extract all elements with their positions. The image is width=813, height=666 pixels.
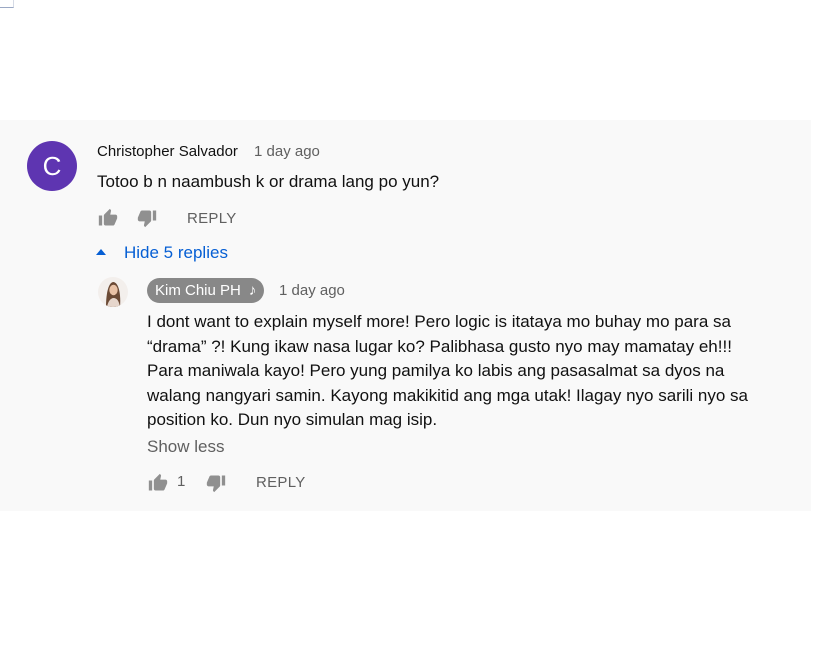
corner-artifact — [0, 0, 14, 8]
reply-text-line: walang nangyari samin. Kayong makikitid … — [147, 385, 748, 405]
hide-replies-label: Hide 5 replies — [124, 243, 228, 262]
reply-author: Kim Chiu PH — [155, 282, 241, 299]
music-note-icon: ♪ — [248, 282, 257, 299]
thumbs-up-icon[interactable] — [147, 473, 169, 493]
like-count: 1 — [177, 473, 186, 490]
thumbs-down-icon[interactable] — [136, 208, 158, 228]
caret-up-icon — [96, 249, 106, 255]
reply-button[interactable]: REPLY — [256, 474, 306, 491]
avatar-photo-icon — [98, 277, 128, 307]
comment-text: Totoo b n naambush k or drama lang po yu… — [97, 172, 440, 191]
thumbs-up-icon[interactable] — [97, 208, 119, 228]
reply-text-line: Para maniwala kayo! Pero yung pamilya ko… — [147, 361, 725, 380]
reply-text-line: “drama” ?! Kung ikaw nasa lugar ko? Pali… — [147, 336, 732, 356]
channel-owner-badge[interactable]: Kim Chiu PH ♪ — [147, 278, 265, 303]
reply-timestamp[interactable]: 1 day ago — [279, 282, 345, 299]
reply-text-line: position ko. Dun nyo simulan mag isip. — [147, 410, 438, 429]
reply-button[interactable]: REPLY — [187, 210, 237, 227]
reply-text: I dont want to explain myself more! Pero… — [147, 310, 777, 433]
thumbs-down-icon[interactable] — [205, 473, 227, 493]
comment-author[interactable]: Christopher Salvador — [97, 143, 238, 160]
show-less-button[interactable]: Show less — [147, 437, 224, 457]
reply-text-line: I dont want to explain myself more! Pero… — [147, 312, 731, 331]
comment-timestamp[interactable]: 1 day ago — [254, 143, 320, 160]
avatar[interactable] — [98, 277, 128, 307]
hide-replies-button[interactable]: Hide 5 replies — [96, 242, 228, 264]
avatar[interactable]: C — [27, 141, 77, 191]
